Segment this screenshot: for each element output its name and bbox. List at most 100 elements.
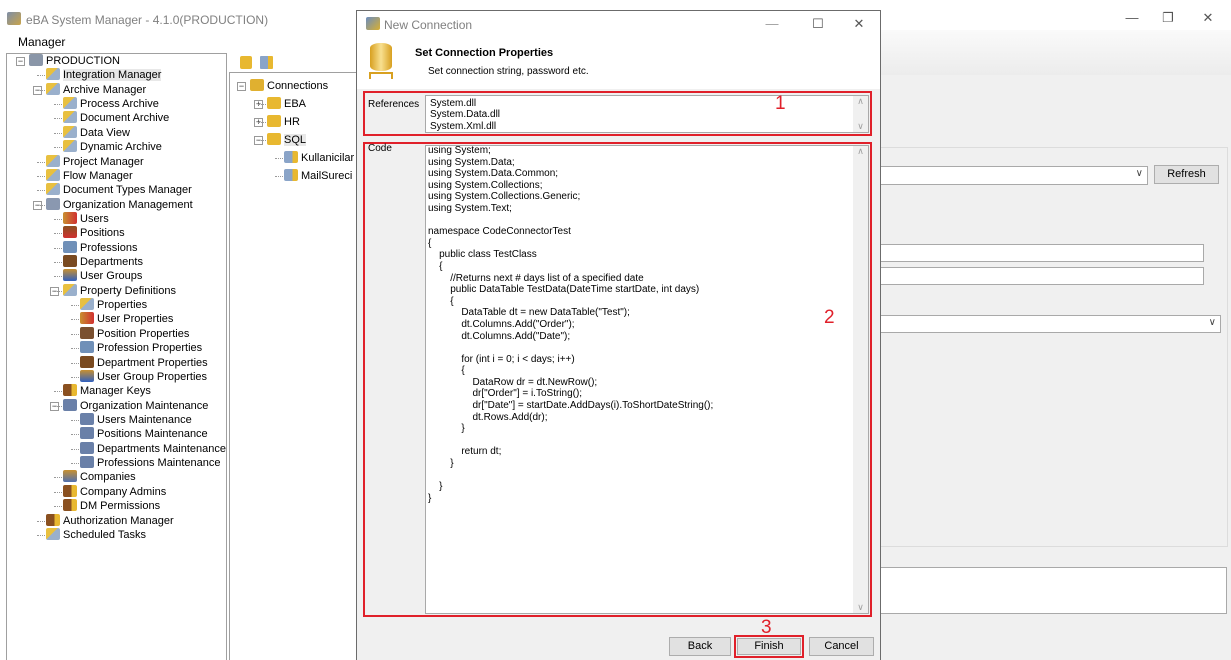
- dialog-minimize-button[interactable]: —: [762, 16, 782, 32]
- references-textarea[interactable]: System.dll System.Data.dll System.Xml.dl…: [425, 95, 869, 133]
- text-field-2[interactable]: [878, 267, 1204, 285]
- tree-item[interactable]: Organization Management: [46, 197, 193, 212]
- tree-item[interactable]: Departments Maintenance: [80, 441, 227, 456]
- user-key-icon: [63, 484, 77, 497]
- tree-item[interactable]: Department Properties: [80, 355, 208, 370]
- code-scrollbar[interactable]: ∧ ∨: [853, 146, 868, 613]
- collapse-toggle[interactable]: −: [237, 82, 246, 91]
- references-scrollbar[interactable]: ∧ ∨: [853, 96, 868, 132]
- tree-item-label: User Properties: [97, 313, 174, 326]
- tree-item[interactable]: User Group Properties: [80, 369, 208, 384]
- tree-item[interactable]: Organization Maintenance: [63, 398, 208, 413]
- text-field-1[interactable]: [878, 244, 1204, 262]
- tree-item[interactable]: Users Maintenance: [80, 413, 192, 427]
- tree-item[interactable]: Authorization Manager: [46, 513, 174, 528]
- minimize-button[interactable]: —: [1122, 10, 1142, 26]
- tree-item-label: Kullanicilar: [301, 152, 355, 164]
- refresh-button[interactable]: Refresh: [1154, 165, 1219, 184]
- tree-item[interactable]: Process Archive: [63, 97, 159, 111]
- scroll-up-icon[interactable]: ∧: [853, 96, 868, 107]
- tree-connector-line: [71, 434, 79, 436]
- tree-item[interactable]: Project Manager: [46, 154, 144, 169]
- tree-item-label: Departments Maintenance: [97, 442, 227, 455]
- add-connection-icon[interactable]: [240, 56, 252, 69]
- tree-item[interactable]: SQL: [267, 133, 307, 147]
- tree-connector-line: [54, 104, 62, 106]
- close-button[interactable]: ✕: [1198, 10, 1218, 26]
- scroll-down-icon[interactable]: ∨: [853, 121, 868, 132]
- dialog-title-bar: New Connection — ☐ ✕: [357, 11, 880, 37]
- tree-connector-line: [37, 534, 45, 536]
- tree-item-label: Authorization Manager: [63, 514, 174, 527]
- tree-item-label: PRODUCTION: [46, 55, 120, 67]
- cancel-button[interactable]: Cancel: [809, 637, 874, 656]
- tree-item[interactable]: Companies: [63, 470, 136, 484]
- tree-item[interactable]: User Groups: [63, 269, 142, 283]
- departments-icon: [63, 255, 77, 268]
- tree-item[interactable]: Positions: [63, 226, 125, 240]
- tree-item[interactable]: Departments: [63, 255, 143, 269]
- scroll-down-icon[interactable]: ∨: [853, 602, 868, 613]
- annotation-1: 1: [775, 93, 786, 114]
- tree-item[interactable]: Users: [63, 211, 109, 226]
- organization-icon: [46, 197, 60, 210]
- tree-item[interactable]: EBA: [267, 97, 306, 111]
- tree-item-label: User Group Properties: [97, 370, 208, 383]
- scroll-up-icon[interactable]: ∧: [853, 146, 868, 157]
- departments-icon: [80, 355, 94, 368]
- tree-item[interactable]: Integration Manager: [46, 68, 162, 82]
- tree-item[interactable]: Professions Maintenance: [80, 456, 221, 470]
- finish-button[interactable]: Finish: [737, 638, 801, 655]
- tree-item[interactable]: Professions: [63, 240, 137, 255]
- module-icon: [46, 183, 60, 196]
- tree-item[interactable]: Position Properties: [80, 326, 189, 341]
- tree-item[interactable]: Dynamic Archive: [63, 140, 162, 154]
- dialog-close-button[interactable]: ✕: [849, 16, 869, 32]
- module-icon: [63, 111, 77, 124]
- tree-item[interactable]: DM Permissions: [63, 499, 160, 513]
- databases-icon: [250, 79, 264, 91]
- tree-item-label: Profession Properties: [97, 342, 203, 355]
- tree-item[interactable]: Company Admins: [63, 484, 166, 499]
- tree-item[interactable]: User Properties: [80, 312, 173, 326]
- tree-item[interactable]: Kullanicilar: [284, 151, 354, 165]
- tree-connector-line: [71, 448, 79, 450]
- tree-item[interactable]: Data View: [63, 125, 130, 140]
- tree-item[interactable]: Scheduled Tasks: [46, 527, 146, 542]
- connection-type-combo[interactable]: ∨: [878, 166, 1148, 185]
- tree-item-label: Properties: [97, 299, 148, 312]
- back-button[interactable]: Back: [669, 637, 731, 656]
- tree-item[interactable]: PRODUCTION: [29, 54, 120, 68]
- tree-item-label: Professions Maintenance: [97, 457, 221, 470]
- tree-item[interactable]: Document Types Manager: [46, 183, 192, 197]
- references-label: References: [368, 99, 420, 110]
- tree-item[interactable]: Connections: [250, 79, 328, 93]
- tree-item-label: Department Properties: [97, 356, 208, 369]
- tree-item[interactable]: MailSureci: [284, 169, 352, 183]
- tree-item[interactable]: Profession Properties: [80, 341, 202, 355]
- content-header: [880, 30, 1231, 75]
- option-combo[interactable]: ∨: [878, 315, 1221, 333]
- user-key-icon: [63, 499, 77, 512]
- tree-item[interactable]: Flow Manager: [46, 168, 133, 183]
- tree-connector-line: [54, 262, 62, 264]
- tree-item[interactable]: Archive Manager: [46, 82, 146, 97]
- restore-button[interactable]: ❐: [1158, 10, 1178, 26]
- tree-item[interactable]: Positions Maintenance: [80, 427, 208, 441]
- gear-icon: [63, 398, 77, 411]
- tree-item-label: Positions: [80, 227, 125, 240]
- tree-item[interactable]: Properties: [80, 298, 147, 312]
- add-table-icon[interactable]: [260, 56, 273, 69]
- module-icon: [63, 283, 77, 296]
- dialog-maximize-button[interactable]: ☐: [808, 16, 828, 32]
- tree-connector-line: [71, 348, 79, 350]
- tree-connector-line: [54, 247, 62, 249]
- tree-item[interactable]: HR: [267, 115, 300, 129]
- tree-item[interactable]: Property Definitions: [63, 283, 176, 298]
- output-field[interactable]: [878, 567, 1227, 614]
- tree-item[interactable]: Manager Keys: [63, 384, 151, 398]
- menu-manager[interactable]: Manager: [18, 35, 65, 49]
- collapse-toggle[interactable]: −: [16, 57, 25, 66]
- tree-item[interactable]: Document Archive: [63, 111, 169, 125]
- code-editor[interactable]: using System; using System.Data; using S…: [425, 145, 869, 614]
